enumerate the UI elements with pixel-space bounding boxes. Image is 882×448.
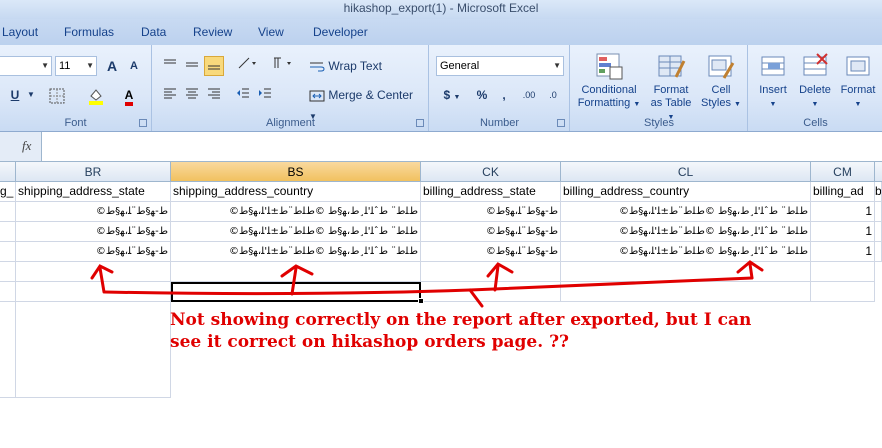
annotation-arrows xyxy=(90,260,764,308)
arrow-up-bs xyxy=(290,266,298,296)
annotation-text: Not showing correctly on the report afte… xyxy=(170,309,751,353)
arrowhead-ck xyxy=(486,262,514,278)
annotation-line xyxy=(103,276,754,296)
annotation-line-1: Not showing correctly on the report afte… xyxy=(170,310,752,330)
arrow-up-cl xyxy=(748,262,754,280)
arrow-up-br xyxy=(98,266,106,294)
arrow-up-ck xyxy=(493,264,500,292)
annotation-line-2: see it correct on hikashop orders page. … xyxy=(170,332,570,352)
arrow-down-annotation xyxy=(468,288,484,308)
